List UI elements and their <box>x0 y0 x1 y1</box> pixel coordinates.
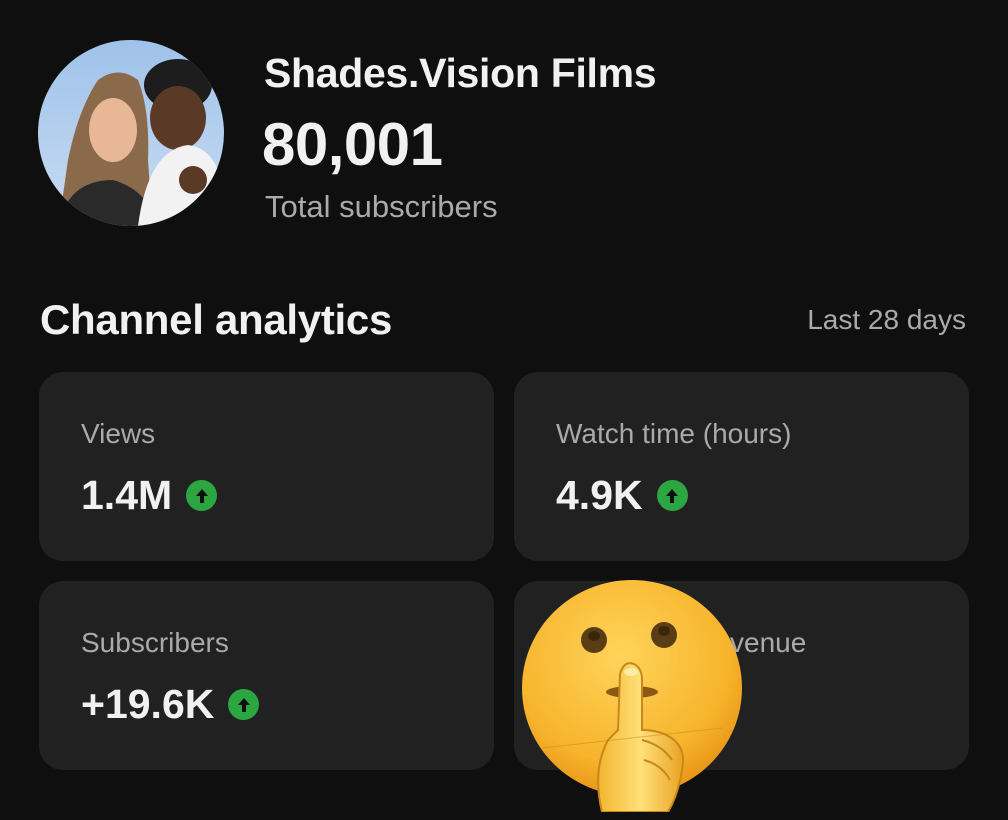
arrow-up-icon <box>186 480 218 511</box>
total-subscriber-count: 80,001 <box>262 111 443 178</box>
channel-avatar[interactable] <box>38 40 224 226</box>
views-label: Views <box>81 418 156 449</box>
subscribers-label: Subscribers <box>81 627 229 658</box>
views-value: 1.4M <box>81 472 173 518</box>
watch-time-value: 4.9K <box>556 472 643 518</box>
views-card[interactable]: Views 1.4M <box>39 372 494 561</box>
arrow-up-icon <box>228 689 260 720</box>
arrow-up-icon <box>656 480 688 511</box>
subscribers-card[interactable]: Subscribers +19.6K <box>39 581 494 770</box>
watch-time-label: Watch time (hours) <box>556 418 792 449</box>
shushing-face-emoji <box>522 580 746 813</box>
total-subscribers-label: Total subscribers <box>265 189 498 224</box>
channel-analytics-title: Channel analytics <box>40 296 393 343</box>
subscribers-value: +19.6K <box>81 681 215 727</box>
watch-time-card[interactable]: Watch time (hours) 4.9K <box>514 372 969 561</box>
channel-name: Shades.Vision Films <box>264 50 657 96</box>
avatar-photo <box>38 40 224 226</box>
period-selector[interactable]: Last 28 days <box>807 304 966 336</box>
